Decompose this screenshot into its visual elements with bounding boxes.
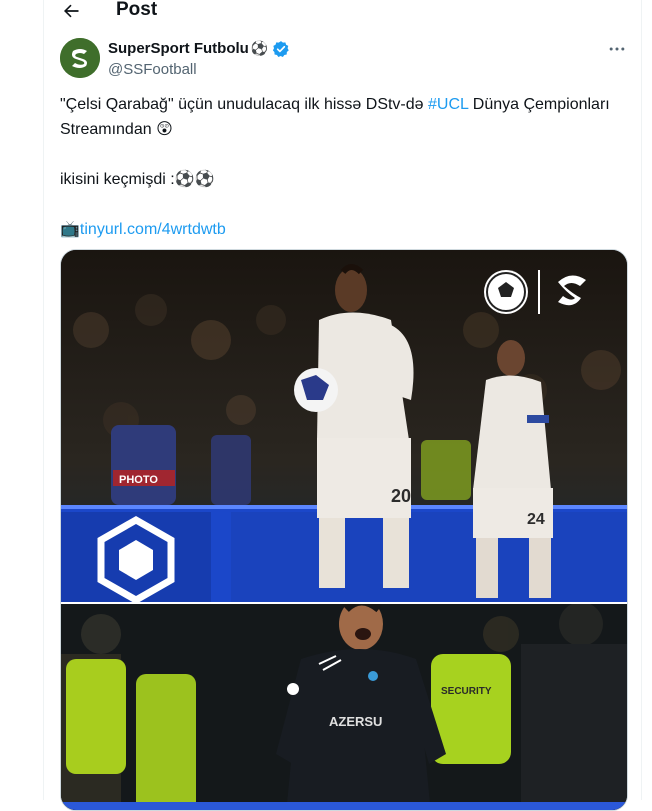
author-name-text: SuperSport Futbolu xyxy=(108,40,249,57)
avatar[interactable] xyxy=(60,38,100,78)
astonished-emoji: 😲 xyxy=(156,121,173,138)
author-handle[interactable]: @SSFootball xyxy=(108,60,197,79)
verified-badge-icon xyxy=(273,40,289,57)
tweet-text: "Çelsi Qarabağ" üçün unudulacaq ilk hiss… xyxy=(60,92,620,242)
tv-emoji: 📺 xyxy=(60,221,80,238)
author-name[interactable]: SuperSport Futbolu ⚽ xyxy=(108,39,290,58)
tweet-line-2: ikisini keçmişdi :⚽⚽ xyxy=(60,167,620,192)
tweet-url-link[interactable]: tinyurl.com/4wrtdwtb xyxy=(80,221,226,238)
media-photo-1[interactable]: 20 24 PHOTO xyxy=(61,250,627,602)
photo1-banner-text: PHOTO xyxy=(119,474,158,486)
page-title: Post xyxy=(116,0,158,20)
arrow-left-icon xyxy=(64,4,79,18)
column-border-right xyxy=(641,0,642,800)
tweet-line-1: "Çelsi Qarabağ" üçün unudulacaq ilk hiss… xyxy=(60,92,620,142)
more-dots-icon xyxy=(609,47,625,51)
photo2-banner-text: SECURITY xyxy=(441,686,492,697)
hashtag-link[interactable]: #UCL xyxy=(428,96,468,113)
tweet-line-3: 📺tinyurl.com/4wrtdwtb xyxy=(60,217,620,242)
photo2-shirt-sponsor: AZERSU xyxy=(329,714,382,729)
tweet-media[interactable]: 20 24 PHOTO SECURITY AZERSU xyxy=(60,249,628,811)
media-photo-2[interactable]: SECURITY AZERSU xyxy=(61,604,627,811)
page-header: Post xyxy=(44,0,641,22)
back-button[interactable] xyxy=(60,0,82,22)
author-name-emoji: ⚽ xyxy=(250,40,269,56)
tweet-text-part: ikisini keçmişdi : xyxy=(60,171,175,188)
tweet-text-part: "Çelsi Qarabağ" üçün unudulacaq ilk hiss… xyxy=(60,96,428,113)
photo1-shirt-number-right: 24 xyxy=(527,511,545,528)
soccer-ball-emoji: ⚽⚽ xyxy=(174,171,215,188)
column-border-left xyxy=(43,0,44,800)
more-options-button[interactable] xyxy=(606,38,628,60)
supersport-logo-icon xyxy=(60,38,100,78)
photo1-shirt-number-left: 20 xyxy=(391,486,411,506)
